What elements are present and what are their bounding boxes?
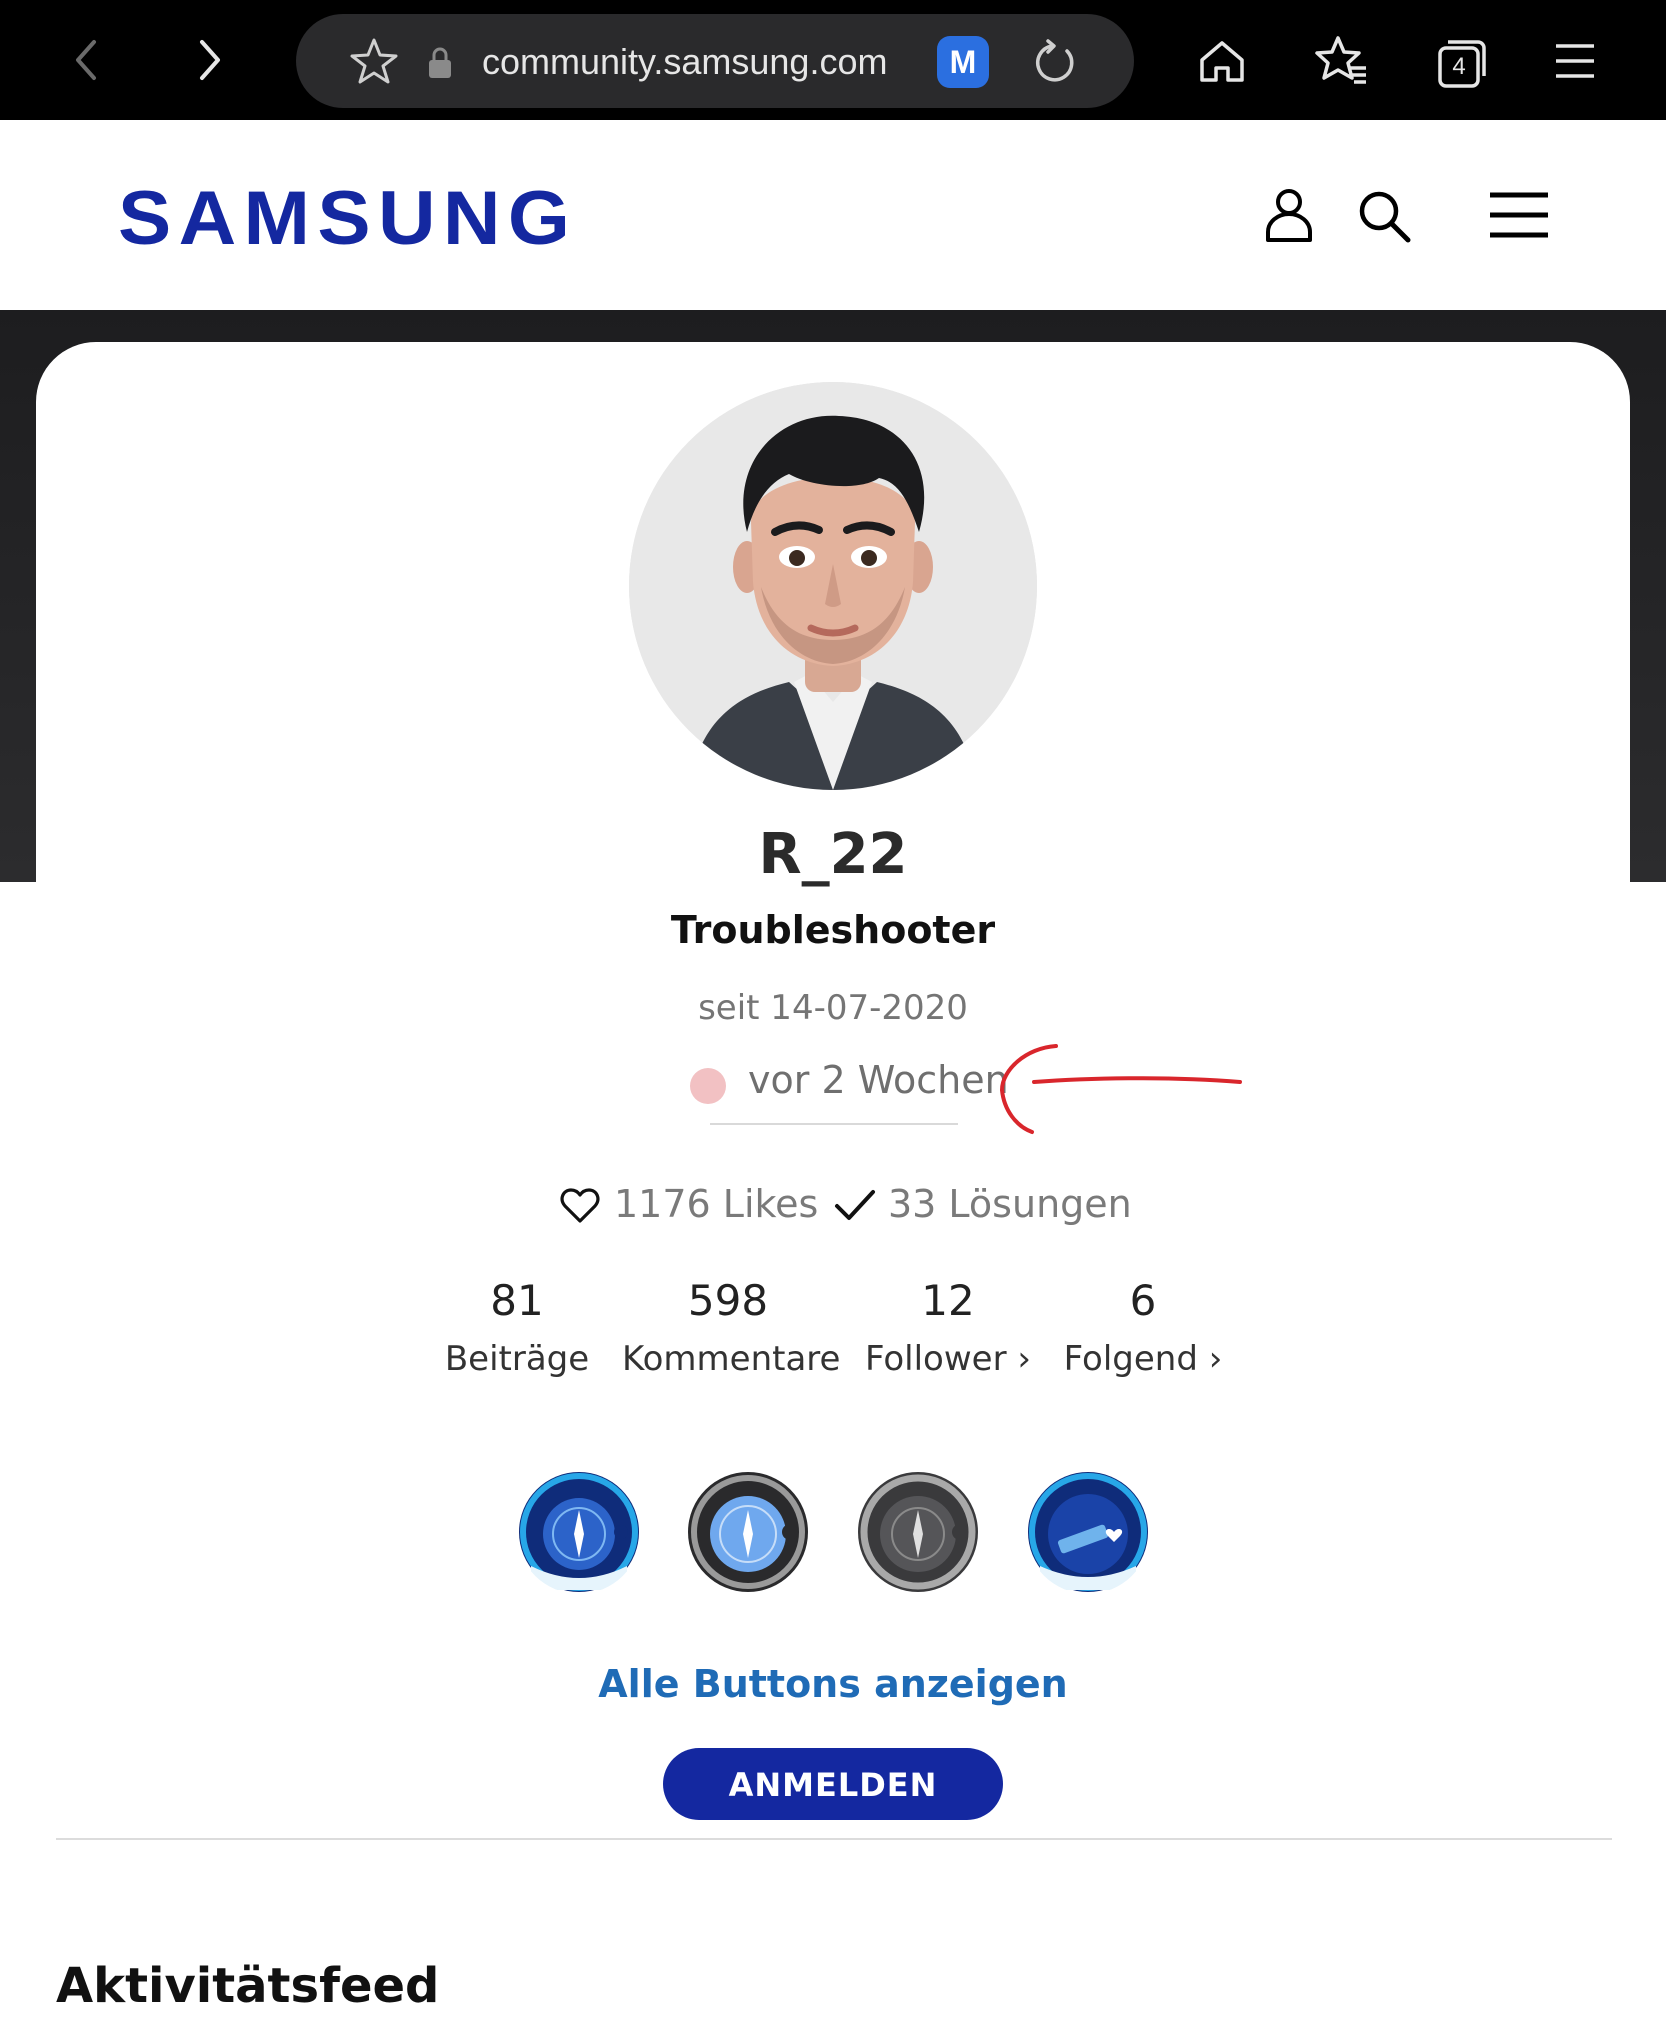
rocket-booster-badge-icon[interactable]: [517, 1470, 641, 1594]
search-icon[interactable]: [1356, 188, 1412, 244]
followers-link[interactable]: 12 Follower ›: [862, 1272, 1034, 1388]
hamburger-menu-icon[interactable]: [1488, 190, 1550, 240]
following-link[interactable]: 6 Folgend ›: [1062, 1272, 1224, 1388]
count-label: Folgend ›: [1063, 1339, 1223, 1379]
reputation-stats: 1176 Likes 33 Lösungen: [560, 1182, 1132, 1232]
comments-count: 598 Kommentare: [622, 1272, 841, 1388]
count-value: 12: [921, 1276, 975, 1325]
last-seen-status: vor 2 Wochen: [690, 1058, 1009, 1108]
avatar: [629, 382, 1037, 790]
astronomer-badge-icon[interactable]: [1026, 1470, 1150, 1594]
tab-count: 4: [1452, 53, 1466, 80]
bookmarks-icon[interactable]: [1314, 34, 1370, 90]
back-icon[interactable]: [58, 30, 118, 90]
url-text[interactable]: community.samsung.com: [482, 34, 912, 90]
section-divider: [56, 1838, 1612, 1840]
solution-generator-badge-icon[interactable]: [856, 1470, 980, 1594]
heart-icon: [560, 1188, 600, 1223]
count-label: Follower ›: [865, 1339, 1031, 1379]
badge-row: [0, 1470, 1666, 1596]
home-icon[interactable]: [1196, 36, 1248, 88]
count-label: Kommentare: [622, 1339, 841, 1379]
show-all-badges-link[interactable]: Alle Buttons anzeigen: [0, 1662, 1666, 1706]
activity-counts: 81 Beiträge 598 Kommentare 12 Follower ›…: [0, 1272, 1666, 1392]
count-value: 81: [490, 1276, 544, 1325]
offline-status-dot: [690, 1068, 726, 1104]
bookmark-star-icon[interactable]: [348, 36, 400, 88]
user-rank: Troubleshooter: [670, 908, 996, 952]
reload-icon[interactable]: [1030, 38, 1080, 88]
status-divider: [710, 1123, 958, 1125]
activity-feed-heading: Aktivitätsfeed: [56, 1958, 440, 2014]
username: R_22: [758, 822, 908, 887]
forward-icon[interactable]: [180, 30, 240, 90]
browser-menu-icon[interactable]: [1552, 38, 1598, 84]
login-button[interactable]: ANMELDEN: [663, 1748, 1003, 1820]
member-since: seit 14-07-2020: [698, 988, 968, 1028]
posts-count: 81 Beiträge: [440, 1272, 594, 1388]
lock-icon: [429, 47, 451, 78]
account-icon[interactable]: [1262, 186, 1316, 242]
count-label: Beiträge: [444, 1339, 590, 1379]
count-value: 6: [1129, 1276, 1157, 1325]
solutions-count: 33 Lösungen: [888, 1182, 1132, 1226]
likes-count: 1176 Likes: [614, 1182, 819, 1226]
count-value: 598: [687, 1276, 769, 1325]
red-arrow-annotation: [999, 1044, 1242, 1134]
extension-m-icon[interactable]: M: [937, 36, 989, 88]
last-seen-text: vor 2 Wochen: [748, 1058, 1009, 1102]
launcher-badge-icon[interactable]: [686, 1470, 810, 1594]
tabs-icon[interactable]: 4: [1434, 36, 1490, 92]
samsung-logo[interactable]: SAMSUNG: [118, 175, 577, 262]
checkmark-icon: [835, 1190, 875, 1220]
